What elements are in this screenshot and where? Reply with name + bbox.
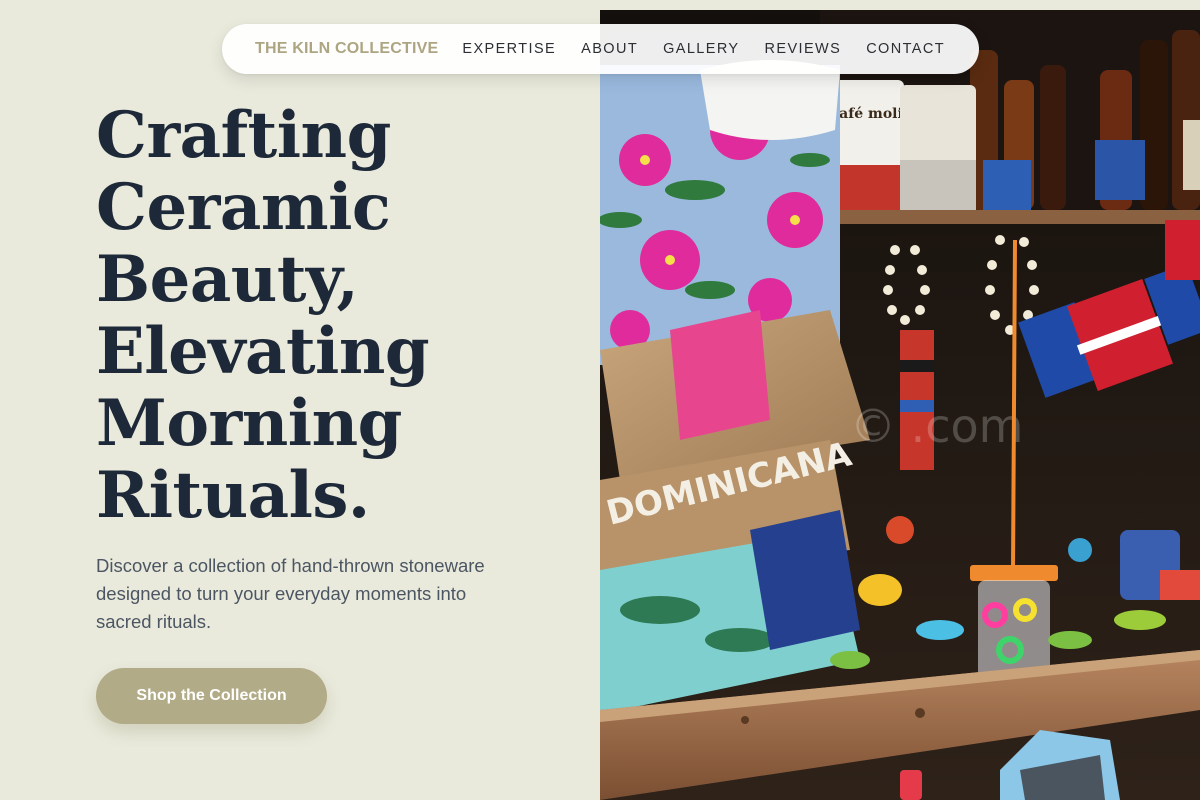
- hero-title: Crafting Ceramic Beauty, Elevating Morni…: [96, 100, 576, 532]
- photo-watermark: © .com: [850, 399, 1024, 453]
- hero-title-line: Rituals.: [96, 458, 370, 533]
- nav-link-contact[interactable]: CONTACT: [866, 41, 945, 57]
- shop-collection-button[interactable]: Shop the Collection: [96, 668, 327, 724]
- hero-title-line: Morning: [96, 386, 402, 461]
- nav-link-gallery[interactable]: GALLERY: [663, 41, 739, 57]
- nav-link-about[interactable]: ABOUT: [581, 41, 638, 57]
- hero-title-line: Elevating: [96, 314, 430, 389]
- hero-description: Discover a collection of hand-thrown sto…: [96, 555, 485, 632]
- hero-title-line: Crafting: [96, 98, 391, 173]
- top-navigation: THE KILN COLLECTIVE EXPERTISE ABOUT GALL…: [222, 24, 979, 74]
- nav-link-expertise[interactable]: EXPERTISE: [462, 41, 556, 57]
- hero-title-line: Ceramic: [96, 170, 391, 245]
- hero-photo: Café molido DOMINICANA © .com: [600, 10, 1200, 800]
- nav-links: EXPERTISE ABOUT GALLERY REVIEWS CONTACT: [462, 41, 945, 57]
- hero-title-line: Beauty,: [96, 242, 359, 317]
- nav-link-reviews[interactable]: REVIEWS: [765, 41, 842, 57]
- brand-logo-text[interactable]: THE KILN COLLECTIVE: [255, 40, 438, 58]
